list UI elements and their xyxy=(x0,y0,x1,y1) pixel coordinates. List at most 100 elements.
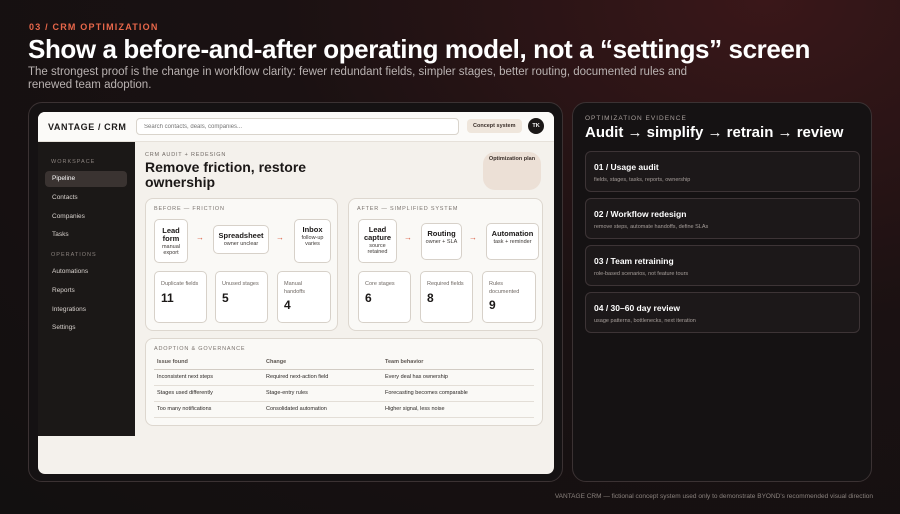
sidebar-section-workspace: WORKSPACE xyxy=(51,159,96,165)
card-title: 03 / Team retraining xyxy=(594,256,674,266)
table-row: Inconsistent next steps Required next-ac… xyxy=(154,369,534,386)
node-title: Routing xyxy=(427,229,456,238)
sidebar-item-integrations[interactable]: Integrations xyxy=(45,302,127,318)
metric-value: 11 xyxy=(161,290,174,305)
metric-label: Duplicate fields xyxy=(161,281,199,287)
card-description: usage patterns, bottlenecks, next iterat… xyxy=(594,318,696,324)
card-description: role-based scenarios, not feature tours xyxy=(594,271,689,277)
card-title: 02 / Workflow redesign xyxy=(594,209,687,219)
sidebar-item-companies[interactable]: Companies xyxy=(45,209,127,225)
governance-table: Issue found Change Team behavior Inconsi… xyxy=(154,355,534,418)
after-node-lead-capture: Lead capture source retained xyxy=(358,219,397,263)
top-bar: VANTAGE / CRM Concept system TK xyxy=(38,112,554,142)
sidebar-item-reports[interactable]: Reports xyxy=(45,283,127,299)
node-subtitle: owner + SLA xyxy=(425,239,458,245)
before-panel: BEFORE — FRICTION Lead form manual expor… xyxy=(145,198,338,331)
governance-panel: ADOPTION & GOVERNANCE Issue found Change… xyxy=(145,338,543,426)
metric-required-fields: Required fields 8 xyxy=(420,271,473,323)
concept-system-button[interactable]: Concept system xyxy=(467,119,522,133)
arrow-right-icon: → xyxy=(404,233,412,242)
card-description: remove steps, automate handoffs, define … xyxy=(594,224,709,230)
sidebar-item-pipeline[interactable]: Pipeline xyxy=(45,171,127,187)
before-node-lead-form: Lead form manual export xyxy=(154,219,188,263)
search-input[interactable] xyxy=(136,118,459,135)
brand-logo: VANTAGE / CRM xyxy=(48,122,127,132)
column-header: Change xyxy=(263,355,382,370)
arrow-right-icon: → xyxy=(276,233,284,242)
sidebar-item-automations[interactable]: Automations xyxy=(45,264,127,280)
metric-unused-stages: Unused stages 5 xyxy=(215,271,268,323)
column-header: Issue found xyxy=(154,355,263,370)
node-title: Automation xyxy=(491,229,534,238)
table-cell: Required next-action field xyxy=(263,369,382,386)
optimization-plan-badge[interactable]: Optimization plan xyxy=(483,152,541,190)
evidence-eyebrow: OPTIMIZATION EVIDENCE xyxy=(585,115,687,122)
node-title: Lead capture xyxy=(363,225,392,242)
table-cell: Stage-entry rules xyxy=(263,385,382,402)
metric-label: Required fields xyxy=(427,281,464,287)
slide-title: Show a before-and-after operating model,… xyxy=(28,34,810,64)
column-header: Team behavior xyxy=(382,355,534,370)
node-subtitle: follow-up varies xyxy=(301,235,324,247)
before-node-spreadsheet: Spreadsheet owner unclear xyxy=(213,225,269,254)
node-subtitle: manual export xyxy=(161,244,181,256)
footer-note: VANTAGE CRM — fictional concept system u… xyxy=(554,493,873,500)
table-cell: Inconsistent next steps xyxy=(154,369,263,386)
sidebar-item-settings[interactable]: Settings xyxy=(45,320,127,336)
metric-value: 6 xyxy=(365,290,372,305)
arrow-right-icon: → xyxy=(469,233,477,242)
avatar[interactable]: TK xyxy=(528,118,544,134)
node-title: Lead form xyxy=(162,226,180,243)
card-title: 04 / 30–60 day review xyxy=(594,303,681,313)
metric-label: Rules documented xyxy=(489,281,520,295)
node-title: Inbox xyxy=(302,225,323,234)
after-node-routing: Routing owner + SLA xyxy=(421,223,462,260)
metric-duplicate-fields: Duplicate fields 11 xyxy=(154,271,207,323)
before-label: BEFORE — FRICTION xyxy=(154,206,225,212)
card-description: fields, stages, tasks, reports, ownershi… xyxy=(594,177,691,183)
table-cell: Forecasting becomes comparable xyxy=(382,385,534,402)
before-node-inbox: Inbox follow-up varies xyxy=(294,219,331,263)
main-eyebrow: CRM AUDIT + REDESIGN xyxy=(145,152,227,158)
slide-eyebrow: 03 / CRM OPTIMIZATION xyxy=(29,22,159,32)
arrow-right-icon: → xyxy=(196,233,204,242)
table-cell: Consolidated automation xyxy=(263,401,382,418)
metric-value: 4 xyxy=(284,298,291,312)
metric-value: 9 xyxy=(489,298,496,312)
main-content: CRM AUDIT + REDESIGN Remove friction, re… xyxy=(135,142,554,474)
table-row: Stages used differently Stage-entry rule… xyxy=(154,385,534,402)
metric-value: 8 xyxy=(427,290,434,305)
evidence-panel: OPTIMIZATION EVIDENCE Audit → simplify →… xyxy=(572,102,872,482)
evidence-card-workflow-redesign: 02 / Workflow redesign remove steps, aut… xyxy=(585,198,860,239)
sidebar-section-operations: OPERATIONS xyxy=(51,252,97,258)
device-mockup: VANTAGE / CRM Concept system TK WORKSPAC… xyxy=(28,102,563,482)
node-subtitle: source retained xyxy=(367,243,388,255)
table-cell: Every deal has ownership xyxy=(382,369,534,386)
card-title: 01 / Usage audit xyxy=(594,162,659,172)
crm-screen: VANTAGE / CRM Concept system TK WORKSPAC… xyxy=(38,112,554,474)
node-subtitle: owner unclear xyxy=(223,241,259,247)
metric-manual-handoffs: Manual handoffs 4 xyxy=(277,271,331,323)
table-cell: Stages used differently xyxy=(154,385,263,402)
sidebar-item-tasks[interactable]: Tasks xyxy=(45,227,127,243)
table-cell: Higher signal, less noise xyxy=(382,401,534,418)
page-title: Remove friction, restore ownership xyxy=(145,159,307,190)
evidence-card-usage-audit: 01 / Usage audit fields, stages, tasks, … xyxy=(585,151,860,192)
metric-label: Unused stages xyxy=(222,281,259,287)
after-panel: AFTER — SIMPLIFIED SYSTEM Lead capture s… xyxy=(348,198,543,331)
after-label: AFTER — SIMPLIFIED SYSTEM xyxy=(357,206,459,212)
governance-label: ADOPTION & GOVERNANCE xyxy=(154,346,246,352)
table-cell: Too many notifications xyxy=(154,401,263,418)
metric-value: 5 xyxy=(222,290,229,305)
sidebar: WORKSPACE Pipeline Contacts Companies Ta… xyxy=(38,142,135,436)
table-header-row: Issue found Change Team behavior xyxy=(154,355,534,370)
sidebar-item-contacts[interactable]: Contacts xyxy=(45,190,127,206)
metric-core-stages: Core stages 6 xyxy=(358,271,411,323)
metric-label: Manual handoffs xyxy=(284,281,306,295)
evidence-card-team-retraining: 03 / Team retraining role-based scenario… xyxy=(585,245,860,286)
evidence-title: Audit → simplify → retrain → review xyxy=(585,124,844,141)
table-row: Too many notifications Consolidated auto… xyxy=(154,401,534,418)
node-subtitle: task + reminder xyxy=(493,239,532,245)
after-node-automation: Automation task + reminder xyxy=(486,223,539,260)
node-title: Spreadsheet xyxy=(218,231,264,240)
